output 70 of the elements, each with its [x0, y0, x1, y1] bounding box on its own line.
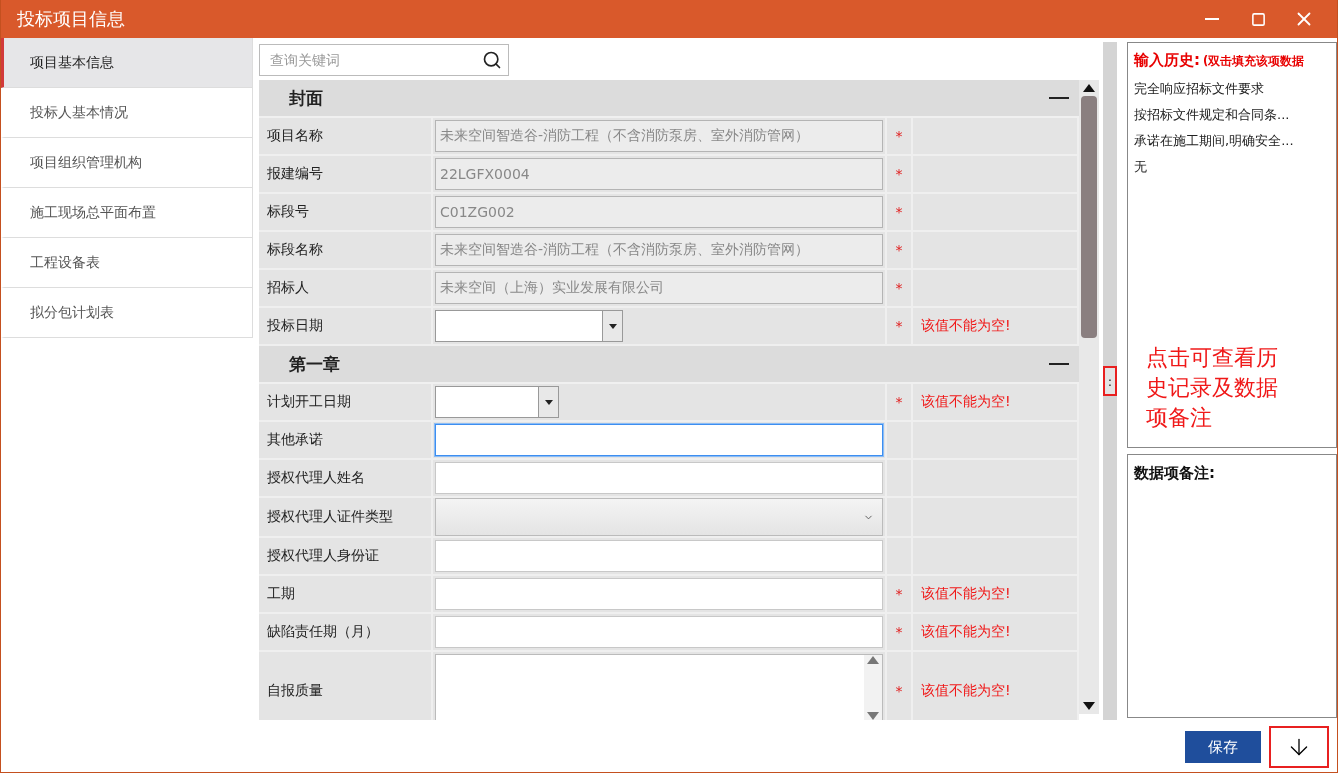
sidebar-item[interactable]: 投标人基本情况: [1, 88, 253, 138]
input-field[interactable]: [435, 462, 883, 494]
section-header[interactable]: 封面: [259, 80, 1079, 118]
history-hint: (双击填充该项数据: [1203, 54, 1305, 69]
required-mark: *: [895, 204, 903, 220]
input-field[interactable]: [435, 616, 883, 648]
input-field[interactable]: [435, 578, 883, 610]
field-label: 授权代理人身份证: [267, 547, 379, 565]
section-title: 封面: [289, 86, 324, 110]
download-button[interactable]: [1269, 726, 1329, 768]
minimize-icon: [1205, 18, 1219, 20]
scroll-down-icon[interactable]: [1082, 701, 1096, 711]
required-mark: *: [895, 166, 903, 182]
date-field[interactable]: [435, 310, 623, 342]
sidebar-item[interactable]: 施工现场总平面布置: [1, 188, 253, 238]
error-message: 该值不能为空!: [920, 393, 1011, 411]
required-mark: *: [895, 128, 903, 144]
required-mark: *: [895, 624, 903, 640]
field-label: 投标日期: [267, 317, 323, 335]
history-item[interactable]: 完全响应招标文件要求: [1134, 80, 1330, 98]
field-label: 其他承诺: [267, 431, 323, 449]
required-mark: *: [895, 242, 903, 258]
caret-icon: [608, 323, 617, 329]
field-label: 工期: [267, 585, 295, 603]
splitter-handle[interactable]: :: [1103, 366, 1117, 396]
annotation-text: 点击可查看历史记录及数据项备注: [1146, 344, 1279, 432]
remarks-title: 数据项备注:: [1134, 464, 1215, 482]
save-button[interactable]: 保存: [1185, 731, 1261, 763]
caret-icon: [544, 399, 553, 405]
required-mark: *: [895, 683, 903, 699]
maximize-icon: [1250, 11, 1266, 27]
history-title: 输入历史:: [1134, 51, 1200, 70]
field-label: 项目名称: [267, 127, 323, 145]
field-label: 自报质量: [267, 682, 323, 700]
scrollbar[interactable]: [1079, 80, 1099, 714]
section-title: 第一章: [289, 352, 341, 376]
field-label: 标段名称: [267, 241, 323, 259]
search-icon: [482, 50, 502, 70]
input-field[interactable]: [435, 424, 883, 456]
sidebar-item[interactable]: 拟分包计划表: [1, 288, 253, 338]
select-field[interactable]: [435, 498, 883, 536]
error-message: 该值不能为空!: [920, 585, 1011, 603]
window-title: 投标项目信息: [17, 7, 126, 31]
field-label: 报建编号: [267, 165, 323, 183]
error-message: 该值不能为空!: [920, 682, 1011, 700]
required-mark: *: [895, 280, 903, 296]
history-item[interactable]: 承诺在施工期间,明确安全...: [1134, 132, 1330, 150]
field-label: 计划开工日期: [267, 393, 351, 411]
scroll-up-icon[interactable]: [1082, 83, 1096, 93]
search-field[interactable]: 查询关键词: [259, 44, 509, 76]
section-header[interactable]: 第一章: [259, 346, 1079, 384]
required-mark: *: [895, 318, 903, 334]
required-mark: *: [895, 394, 903, 410]
history-item[interactable]: 无: [1134, 158, 1330, 176]
field-label: 标段号: [267, 203, 309, 221]
sidebar-item[interactable]: 项目组织管理机构: [1, 138, 253, 188]
input-field[interactable]: [435, 540, 883, 572]
date-field[interactable]: [435, 386, 559, 418]
error-message: 该值不能为空!: [920, 317, 1011, 335]
field-label: 缺陷责任期（月）: [267, 623, 379, 641]
field-label: 授权代理人姓名: [267, 469, 365, 487]
sidebar-item[interactable]: 工程设备表: [1, 238, 253, 288]
dropdown-button[interactable]: [602, 311, 622, 341]
required-mark: *: [895, 586, 903, 602]
history-item[interactable]: 按招标文件规定和合同条...: [1134, 106, 1330, 124]
field-label: 招标人: [267, 279, 309, 297]
error-message: 该值不能为空!: [920, 623, 1011, 641]
dropdown-button[interactable]: [538, 387, 558, 417]
field-label: 授权代理人证件类型: [267, 508, 393, 526]
sidebar-item[interactable]: 项目基本信息: [1, 38, 253, 88]
